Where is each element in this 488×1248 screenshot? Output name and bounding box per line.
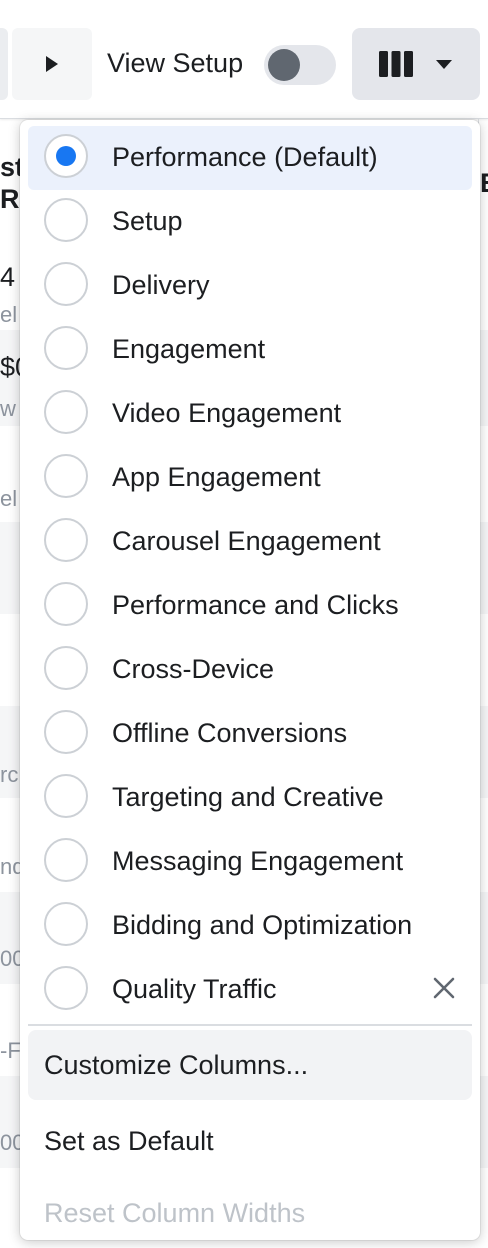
triangle-right-icon xyxy=(46,56,58,72)
column-preset-label: Delivery xyxy=(112,270,210,300)
cell-fragment: 4 xyxy=(0,262,16,292)
column-preset-item[interactable]: Setup xyxy=(28,190,472,254)
column-preset-label: Setup xyxy=(112,206,183,236)
customize-columns-item[interactable]: Customize Columns... xyxy=(28,1030,472,1100)
radio-button[interactable] xyxy=(44,646,88,690)
radio-selected-dot xyxy=(56,146,76,166)
column-preset-item[interactable]: App Engagement xyxy=(28,446,472,510)
radio-button[interactable] xyxy=(44,902,88,946)
cell-fragment: rc xyxy=(0,762,19,787)
set-as-default-item[interactable]: Set as Default xyxy=(28,1106,472,1176)
radio-button[interactable] xyxy=(44,710,88,754)
caret-down-icon xyxy=(436,59,452,69)
column-preset-item[interactable]: Engagement xyxy=(28,318,472,382)
column-preset-item[interactable]: Delivery xyxy=(28,254,472,318)
toggle-knob xyxy=(268,49,300,81)
reset-column-widths-label: Reset Column Widths xyxy=(44,1198,306,1228)
view-setup-label: View Setup xyxy=(107,48,244,78)
column-preset-item[interactable]: Messaging Engagement xyxy=(28,830,472,894)
set-as-default-label: Set as Default xyxy=(44,1126,214,1156)
column-preset-item[interactable]: Quality Traffic xyxy=(28,958,472,1022)
radio-button[interactable] xyxy=(44,326,88,370)
previous-toolbar-button[interactable] xyxy=(0,28,8,100)
cell-fragment: -F xyxy=(0,1038,21,1063)
columns-dropdown-button[interactable] xyxy=(352,28,480,100)
column-preset-item[interactable]: Targeting and Creative xyxy=(28,766,472,830)
radio-button[interactable] xyxy=(44,966,88,1010)
cell-fragment: el xyxy=(0,486,18,511)
column-preset-label: Bidding and Optimization xyxy=(112,910,413,940)
column-preset-label: Performance (Default) xyxy=(112,142,378,172)
column-preset-item[interactable]: Performance (Default) xyxy=(28,126,472,190)
radio-button[interactable] xyxy=(44,454,88,498)
customize-columns-label: Customize Columns... xyxy=(44,1050,309,1080)
toolbar: View Setup xyxy=(0,0,488,119)
radio-button[interactable] xyxy=(44,134,88,178)
close-icon[interactable] xyxy=(432,976,456,1000)
column-preset-label: Carousel Engagement xyxy=(112,526,381,556)
reset-column-widths-item[interactable]: Reset Column Widths xyxy=(28,1178,472,1248)
column-preset-item[interactable]: Carousel Engagement xyxy=(28,510,472,574)
column-preset-label: Targeting and Creative xyxy=(112,782,384,812)
menu-divider xyxy=(28,1024,472,1026)
column-preset-label: Engagement xyxy=(112,334,266,364)
column-preset-label: Messaging Engagement xyxy=(112,846,404,876)
radio-button[interactable] xyxy=(44,198,88,242)
column-preset-label: Offline Conversions xyxy=(112,718,348,748)
column-preset-list: Performance (Default) Setup Delivery Engage… xyxy=(20,126,480,1022)
column-preset-item[interactable]: Performance and Clicks xyxy=(28,574,472,638)
radio-button[interactable] xyxy=(44,774,88,818)
columns-icon xyxy=(379,51,413,77)
radio-button[interactable] xyxy=(44,582,88,626)
column-presets-dropdown: Performance (Default) Setup Delivery Engage… xyxy=(20,120,480,1240)
radio-button[interactable] xyxy=(44,838,88,882)
view-setup-toggle[interactable] xyxy=(264,45,336,85)
column-preset-item[interactable]: Cross-Device xyxy=(28,638,472,702)
radio-button[interactable] xyxy=(44,518,88,562)
cell-fragment: w xyxy=(0,396,16,421)
column-preset-label: Video Engagement xyxy=(112,398,342,428)
column-preset-item[interactable]: Video Engagement xyxy=(28,382,472,446)
play-button[interactable] xyxy=(12,28,92,100)
column-preset-label: App Engagement xyxy=(112,462,321,492)
column-preset-label: Performance and Clicks xyxy=(112,590,399,620)
column-preset-label: Quality Traffic xyxy=(112,974,277,1004)
column-preset-label: Cross-Device xyxy=(112,654,275,684)
radio-button[interactable] xyxy=(44,390,88,434)
cell-fragment: el xyxy=(0,302,18,327)
column-preset-item[interactable]: Offline Conversions xyxy=(28,702,472,766)
radio-button[interactable] xyxy=(44,262,88,306)
column-preset-item[interactable]: Bidding and Optimization xyxy=(28,894,472,958)
column-header-fragment: E xyxy=(480,168,488,199)
